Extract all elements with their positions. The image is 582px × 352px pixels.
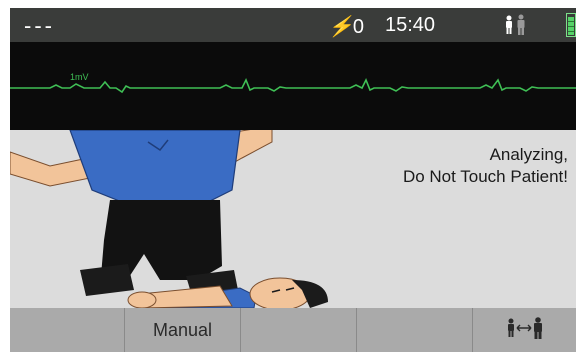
status-bar: --- ⚡0 15:40 (10, 8, 576, 42)
ecg-waveform-panel: 1mV (10, 42, 576, 130)
softkey-bar: Manual (10, 308, 576, 352)
softkey-4[interactable] (356, 308, 472, 352)
heart-rate-readout: --- (24, 13, 55, 38)
adult-pediatric-switch-icon (505, 316, 545, 345)
clock: 15:40 (385, 14, 436, 36)
softkey-1[interactable] (10, 308, 124, 352)
ecg-trace (10, 78, 576, 94)
adult-pediatric-switch-button[interactable] (472, 308, 576, 352)
adult-patient-icon (503, 14, 529, 41)
ecg-scale-label: 1mV (70, 72, 89, 82)
battery-full-icon (566, 13, 576, 37)
shock-counter: ⚡0 (328, 14, 364, 39)
analyzing-message: Analyzing, Do Not Touch Patient! (403, 144, 568, 188)
manual-label: Manual (152, 319, 213, 340)
message-line-1: Analyzing, (489, 145, 568, 164)
message-line-2: Do Not Touch Patient! (402, 167, 568, 186)
softkey-3[interactable] (240, 308, 356, 352)
aed-screen: --- ⚡0 15:40 1mV Analyzing, Do Not Touch… (10, 8, 576, 352)
shock-count: 0 (352, 16, 365, 38)
rescuer-illustration: Analyzing, Do Not Touch Patient! (10, 130, 576, 308)
manual-button[interactable]: Manual (124, 308, 240, 352)
lightning-icon: ⚡ (328, 16, 353, 38)
